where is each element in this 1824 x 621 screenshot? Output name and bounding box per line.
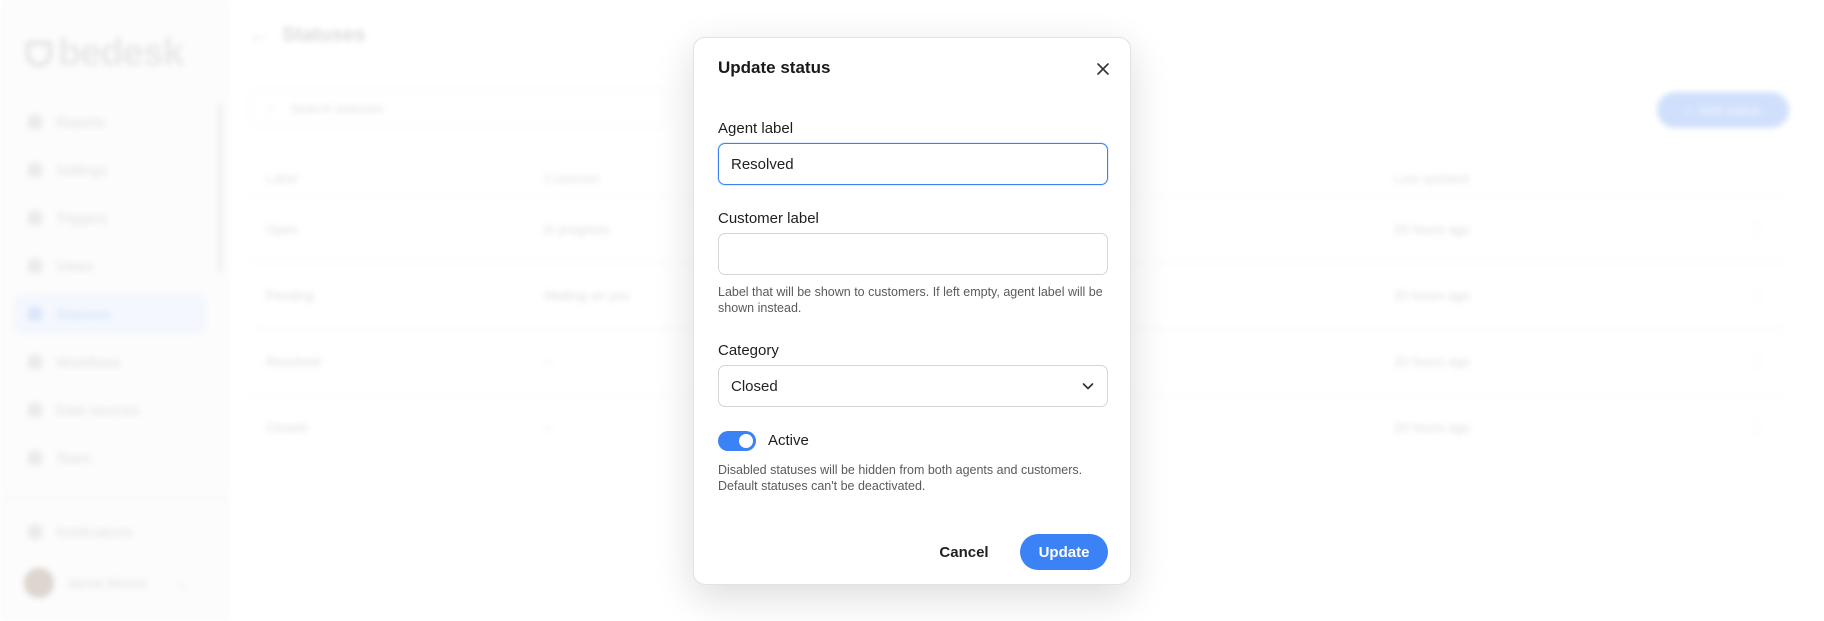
category-title: Category [718,342,779,359]
active-toggle[interactable] [718,431,756,451]
close-icon [1097,63,1109,75]
active-help: Disabled statuses will be hidden from bo… [718,463,1083,493]
category-select[interactable]: Closed [718,365,1108,407]
customer-label-help: Label that will be shown to customers. I… [718,285,1103,315]
toggle-knob [739,434,753,448]
category-selected-value: Closed [731,377,778,395]
customer-label-input[interactable] [718,233,1108,275]
close-button[interactable] [1090,56,1116,82]
chevron-down-icon [1082,383,1094,390]
agent-label-title: Agent label [718,120,794,137]
customer-label-title: Customer label [718,210,819,227]
dialog-title: Update status [718,58,831,77]
update-status-dialog: Update status Agent label Customer label… [693,37,1131,585]
cancel-button[interactable]: Cancel [934,535,994,569]
active-label: Active [768,432,809,449]
agent-label-input[interactable] [718,143,1108,185]
update-button[interactable]: Update [1020,534,1108,570]
